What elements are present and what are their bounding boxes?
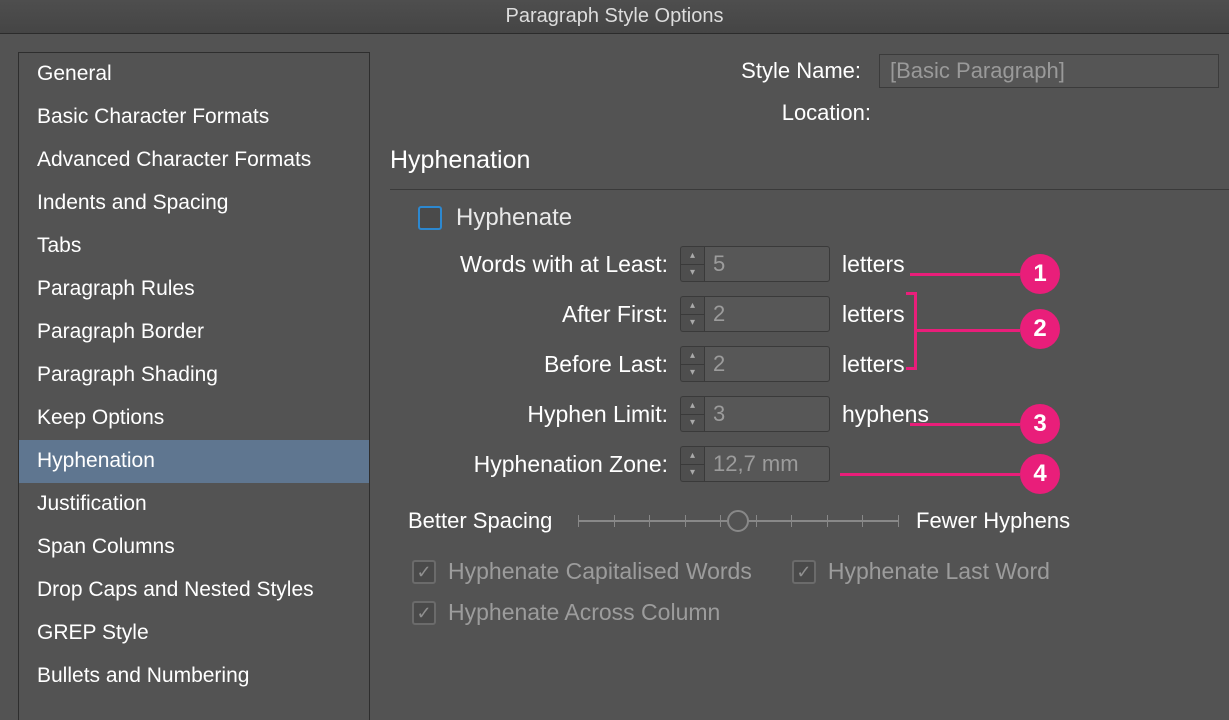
spinner-value[interactable]: 2 — [704, 346, 830, 382]
section-divider — [390, 189, 1229, 190]
slider-thumb[interactable] — [727, 510, 749, 532]
hyphenation-form: Hyphenate Words with at Least:▴▾5letters… — [390, 204, 1229, 626]
field-row: After First: ▴▾2 letters — [408, 296, 1229, 332]
field-row: Words with at Least: ▴▾5 letters — [408, 246, 1229, 282]
field-label: Hyphen Limit: — [408, 401, 668, 428]
sidebar-item[interactable]: Keep Options — [19, 397, 369, 440]
spinner-value[interactable]: 3 — [704, 396, 830, 432]
style-name-value: [Basic Paragraph] — [890, 58, 1065, 84]
field-label: After First: — [408, 301, 668, 328]
sidebar: GeneralBasic Character FormatsAdvanced C… — [18, 52, 370, 720]
hyphenate-cap-words-checkbox[interactable] — [412, 560, 436, 584]
slider-tick — [720, 515, 721, 527]
extra-checks-row-2: Hyphenate Across Column — [412, 599, 1229, 626]
style-name-label: Style Name: — [741, 58, 861, 84]
field-label: Before Last: — [408, 351, 668, 378]
spacing-slider[interactable] — [578, 508, 898, 534]
field-unit: letters — [842, 301, 982, 328]
slider-tick — [791, 515, 792, 527]
spinner-value[interactable]: 2 — [704, 296, 830, 332]
chevron-down-icon[interactable]: ▾ — [681, 365, 704, 382]
spinner-buttons[interactable]: ▴▾ — [680, 446, 704, 482]
spinner-buttons[interactable]: ▴▾ — [680, 246, 704, 282]
sidebar-item[interactable]: Paragraph Shading — [19, 354, 369, 397]
sidebar-item[interactable]: Bullets and Numbering — [19, 655, 369, 698]
slider-tick — [649, 515, 650, 527]
sidebar-item[interactable]: Drop Caps and Nested Styles — [19, 569, 369, 612]
field-unit: letters — [842, 351, 982, 378]
slider-tick — [898, 515, 899, 527]
field-row: Hyphenation Zone: ▴▾12,7 mm — [408, 446, 1229, 482]
slider-tick — [578, 515, 579, 527]
location-row: Location: — [390, 100, 1229, 126]
sidebar-item[interactable]: Paragraph Rules — [19, 268, 369, 311]
slider-tick — [862, 515, 863, 527]
style-name-row: Style Name: [Basic Paragraph] — [390, 54, 1229, 88]
field-label: Words with at Least: — [408, 251, 668, 278]
spinner[interactable]: ▴▾12,7 mm — [680, 446, 830, 482]
main: GeneralBasic Character FormatsAdvanced C… — [0, 34, 1229, 720]
spacing-slider-row: Better Spacing Fewer Hyphens — [408, 508, 1229, 534]
field-label: Hyphenation Zone: — [408, 451, 668, 478]
chevron-up-icon[interactable]: ▴ — [681, 347, 704, 365]
slider-left-label: Better Spacing — [408, 508, 578, 534]
slider-right-label: Fewer Hyphens — [916, 508, 1070, 534]
field-row: Hyphen Limit: ▴▾3 hyphens — [408, 396, 1229, 432]
slider-tick — [827, 515, 828, 527]
chevron-down-icon[interactable]: ▾ — [681, 315, 704, 332]
spinner-buttons[interactable]: ▴▾ — [680, 296, 704, 332]
sidebar-item[interactable]: Hyphenation — [19, 440, 369, 483]
hyphenate-checkbox-row: Hyphenate — [418, 204, 1229, 232]
field-unit: hyphens — [842, 401, 982, 428]
chevron-up-icon[interactable]: ▴ — [681, 297, 704, 315]
slider-tick — [685, 515, 686, 527]
field-row: Before Last: ▴▾2 letters — [408, 346, 1229, 382]
chevron-down-icon[interactable]: ▾ — [681, 415, 704, 432]
window-title: Paragraph Style Options — [506, 5, 724, 28]
style-name-field[interactable]: [Basic Paragraph] — [879, 54, 1219, 88]
sidebar-item[interactable]: Tabs — [19, 225, 369, 268]
hyphenate-across-col-checkbox[interactable] — [412, 601, 436, 625]
hyphenate-across-col-label: Hyphenate Across Column — [448, 599, 720, 626]
sidebar-item[interactable]: Indents and Spacing — [19, 182, 369, 225]
spinner-value[interactable]: 5 — [704, 246, 830, 282]
content-pane: Style Name: [Basic Paragraph] Location: … — [370, 52, 1229, 720]
sidebar-item[interactable]: General — [19, 53, 369, 96]
sidebar-item[interactable]: Justification — [19, 483, 369, 526]
sidebar-item[interactable]: GREP Style — [19, 612, 369, 655]
sidebar-item[interactable]: Basic Character Formats — [19, 96, 369, 139]
hyphenate-last-word-label: Hyphenate Last Word — [828, 558, 1050, 585]
chevron-down-icon[interactable]: ▾ — [681, 465, 704, 482]
hyphenate-last-word-checkbox[interactable] — [792, 560, 816, 584]
hyphenate-label: Hyphenate — [456, 204, 572, 232]
slider-tick — [614, 515, 615, 527]
titlebar: Paragraph Style Options — [0, 0, 1229, 34]
hyphenate-checkbox[interactable] — [418, 206, 442, 230]
spinner-buttons[interactable]: ▴▾ — [680, 396, 704, 432]
section-title: Hyphenation — [390, 146, 1229, 175]
spinner[interactable]: ▴▾5 — [680, 246, 830, 282]
spinner[interactable]: ▴▾2 — [680, 296, 830, 332]
hyphenate-cap-words-label: Hyphenate Capitalised Words — [448, 558, 752, 585]
spinner[interactable]: ▴▾2 — [680, 346, 830, 382]
chevron-up-icon[interactable]: ▴ — [681, 397, 704, 415]
extra-checks-row-1: Hyphenate Capitalised Words Hyphenate La… — [412, 558, 1229, 585]
sidebar-item[interactable]: Paragraph Border — [19, 311, 369, 354]
spinner-buttons[interactable]: ▴▾ — [680, 346, 704, 382]
slider-tick — [756, 515, 757, 527]
chevron-down-icon[interactable]: ▾ — [681, 265, 704, 282]
location-label: Location: — [782, 100, 871, 126]
field-unit: letters — [842, 251, 982, 278]
chevron-up-icon[interactable]: ▴ — [681, 447, 704, 465]
chevron-up-icon[interactable]: ▴ — [681, 247, 704, 265]
spinner[interactable]: ▴▾3 — [680, 396, 830, 432]
spinner-value[interactable]: 12,7 mm — [704, 446, 830, 482]
sidebar-item[interactable]: Advanced Character Formats — [19, 139, 369, 182]
sidebar-item[interactable]: Span Columns — [19, 526, 369, 569]
